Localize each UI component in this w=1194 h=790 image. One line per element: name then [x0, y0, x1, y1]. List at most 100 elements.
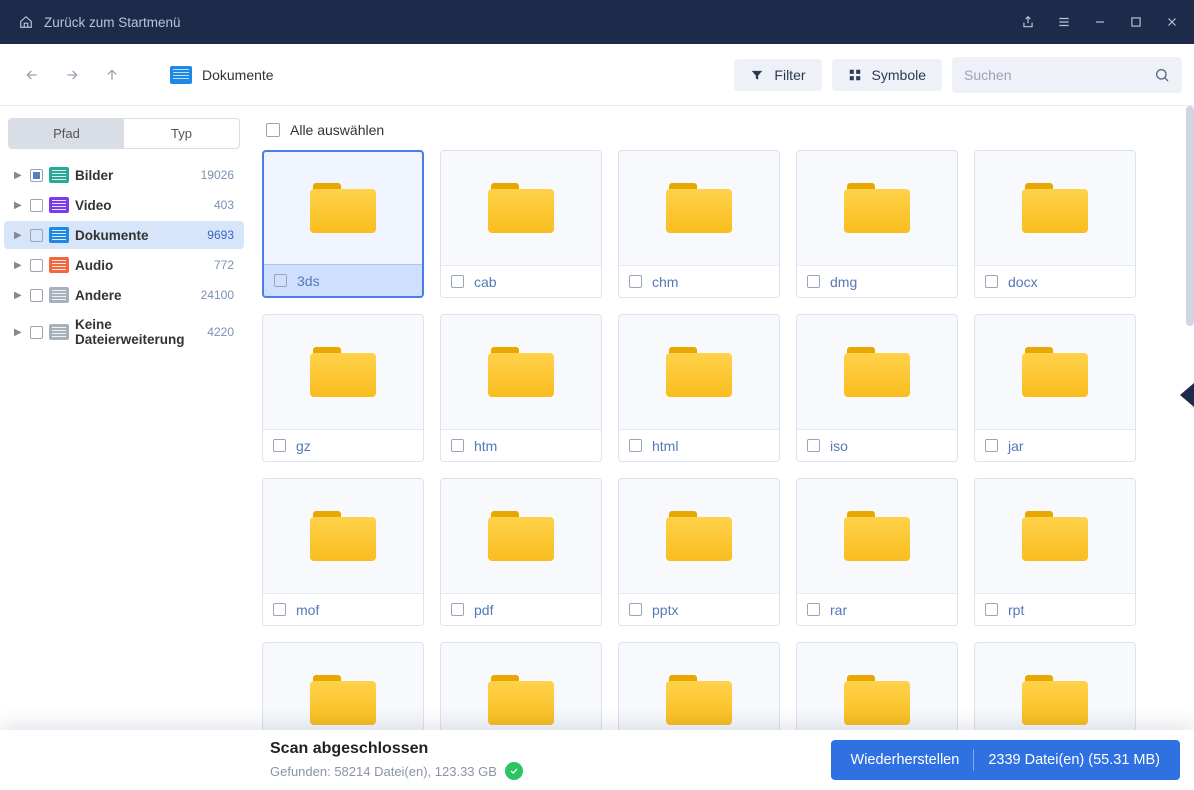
folder-icon — [310, 183, 376, 233]
tab-typ[interactable]: Typ — [124, 119, 239, 148]
folder-card[interactable]: rar — [796, 478, 958, 626]
tree-label: Video — [75, 198, 208, 213]
scan-status-title: Scan abgeschlossen — [270, 740, 523, 758]
chevron-right-icon[interactable]: ▶ — [14, 200, 24, 211]
folder-card[interactable]: html — [618, 314, 780, 462]
sidebar-item-dokumente[interactable]: ▶Dokumente9693 — [4, 221, 244, 249]
maximize-icon[interactable] — [1128, 14, 1144, 30]
category-icon — [49, 324, 69, 340]
folder-card[interactable]: chm — [618, 150, 780, 298]
category-icon — [49, 197, 69, 213]
sidebar-tabs: Pfad Typ — [8, 118, 240, 149]
folder-card[interactable]: 3ds — [262, 150, 424, 298]
sidebar-item-keine-dateierweiterung[interactable]: ▶Keine Dateierweiterung4220 — [4, 311, 244, 353]
share-icon[interactable] — [1020, 14, 1036, 30]
recover-button[interactable]: Wiederherstellen 2339 Datei(en) (55.31 M… — [831, 740, 1180, 780]
breadcrumb[interactable]: Dokumente — [170, 66, 274, 84]
folder-checkbox[interactable] — [274, 274, 287, 287]
tree-label: Bilder — [75, 168, 195, 183]
folder-checkbox[interactable] — [451, 275, 464, 288]
divider — [973, 749, 974, 771]
category-icon — [49, 287, 69, 303]
folder-checkbox[interactable] — [629, 439, 642, 452]
folder-icon — [844, 347, 910, 397]
select-all-checkbox[interactable] — [266, 123, 280, 137]
tree-checkbox[interactable] — [30, 289, 43, 302]
folder-card[interactable]: htm — [440, 314, 602, 462]
search-input[interactable]: Suchen — [952, 57, 1182, 93]
search-icon — [1154, 67, 1170, 83]
chevron-right-icon[interactable]: ▶ — [14, 230, 24, 241]
folder-checkbox[interactable] — [629, 603, 642, 616]
folder-card[interactable] — [796, 642, 958, 730]
folder-icon — [666, 511, 732, 561]
sidebar-item-andere[interactable]: ▶Andere24100 — [4, 281, 244, 309]
filter-label: Filter — [774, 67, 805, 83]
folder-icon — [310, 347, 376, 397]
sidebar-item-bilder[interactable]: ▶Bilder19026 — [4, 161, 244, 189]
folder-checkbox[interactable] — [807, 439, 820, 452]
side-collapse-tab[interactable] — [1180, 383, 1194, 407]
chevron-right-icon[interactable]: ▶ — [14, 170, 24, 181]
folder-card[interactable]: pptx — [618, 478, 780, 626]
sidebar-item-audio[interactable]: ▶Audio772 — [4, 251, 244, 279]
folder-checkbox[interactable] — [985, 275, 998, 288]
folder-checkbox[interactable] — [807, 603, 820, 616]
tree-count: 9693 — [207, 228, 234, 242]
nav-forward-icon[interactable] — [60, 63, 84, 87]
chevron-right-icon[interactable]: ▶ — [14, 260, 24, 271]
folder-card[interactable]: jar — [974, 314, 1136, 462]
nav-back-icon[interactable] — [20, 63, 44, 87]
folder-name: docx — [1008, 274, 1038, 290]
minimize-icon[interactable] — [1092, 14, 1108, 30]
filter-button[interactable]: Filter — [734, 59, 821, 91]
close-icon[interactable] — [1164, 14, 1180, 30]
folder-card[interactable]: docx — [974, 150, 1136, 298]
view-label: Symbole — [872, 67, 926, 83]
tree-label: Andere — [75, 288, 195, 303]
folder-card[interactable] — [618, 642, 780, 730]
chevron-right-icon[interactable]: ▶ — [14, 290, 24, 301]
folder-card[interactable] — [440, 642, 602, 730]
folder-checkbox[interactable] — [985, 439, 998, 452]
menu-icon[interactable] — [1056, 14, 1072, 30]
folder-checkbox[interactable] — [273, 439, 286, 452]
tree-checkbox[interactable] — [30, 259, 43, 272]
tree-count: 403 — [214, 198, 234, 212]
tree-checkbox[interactable] — [30, 326, 43, 339]
folder-card[interactable]: mof — [262, 478, 424, 626]
folder-checkbox[interactable] — [273, 603, 286, 616]
chevron-right-icon[interactable]: ▶ — [14, 327, 24, 338]
nav-up-icon[interactable] — [100, 63, 124, 87]
folder-checkbox[interactable] — [451, 603, 464, 616]
folder-card[interactable]: rpt — [974, 478, 1136, 626]
footer: Scan abgeschlossen Gefunden: 58214 Datei… — [0, 730, 1194, 790]
folder-checkbox[interactable] — [807, 275, 820, 288]
folder-card[interactable] — [974, 642, 1136, 730]
folder-icon — [1022, 511, 1088, 561]
folder-icon — [666, 183, 732, 233]
select-all-row[interactable]: Alle auswählen — [262, 106, 1170, 150]
tree-checkbox[interactable] — [30, 229, 43, 242]
titlebar-home-label[interactable]: Zurück zum Startmenü — [44, 15, 181, 30]
sidebar-item-video[interactable]: ▶ Video 403 — [4, 191, 244, 219]
folder-card[interactable]: cab — [440, 150, 602, 298]
folder-checkbox[interactable] — [985, 603, 998, 616]
scrollbar[interactable] — [1186, 106, 1194, 326]
folder-icon — [310, 675, 376, 725]
folder-card[interactable] — [262, 642, 424, 730]
folder-card[interactable]: dmg — [796, 150, 958, 298]
folder-checkbox[interactable] — [629, 275, 642, 288]
tab-pfad[interactable]: Pfad — [9, 119, 124, 148]
folder-icon — [170, 66, 192, 84]
tree-checkbox[interactable] — [30, 199, 43, 212]
folder-card[interactable]: iso — [796, 314, 958, 462]
scan-status-subtitle: Gefunden: 58214 Datei(en), 123.33 GB — [270, 764, 497, 779]
folder-checkbox[interactable] — [451, 439, 464, 452]
folder-card[interactable]: pdf — [440, 478, 602, 626]
home-icon[interactable] — [18, 14, 34, 30]
folder-card[interactable]: gz — [262, 314, 424, 462]
tree-checkbox[interactable] — [30, 169, 43, 182]
folder-icon — [1022, 675, 1088, 725]
view-symbols-button[interactable]: Symbole — [832, 59, 942, 91]
